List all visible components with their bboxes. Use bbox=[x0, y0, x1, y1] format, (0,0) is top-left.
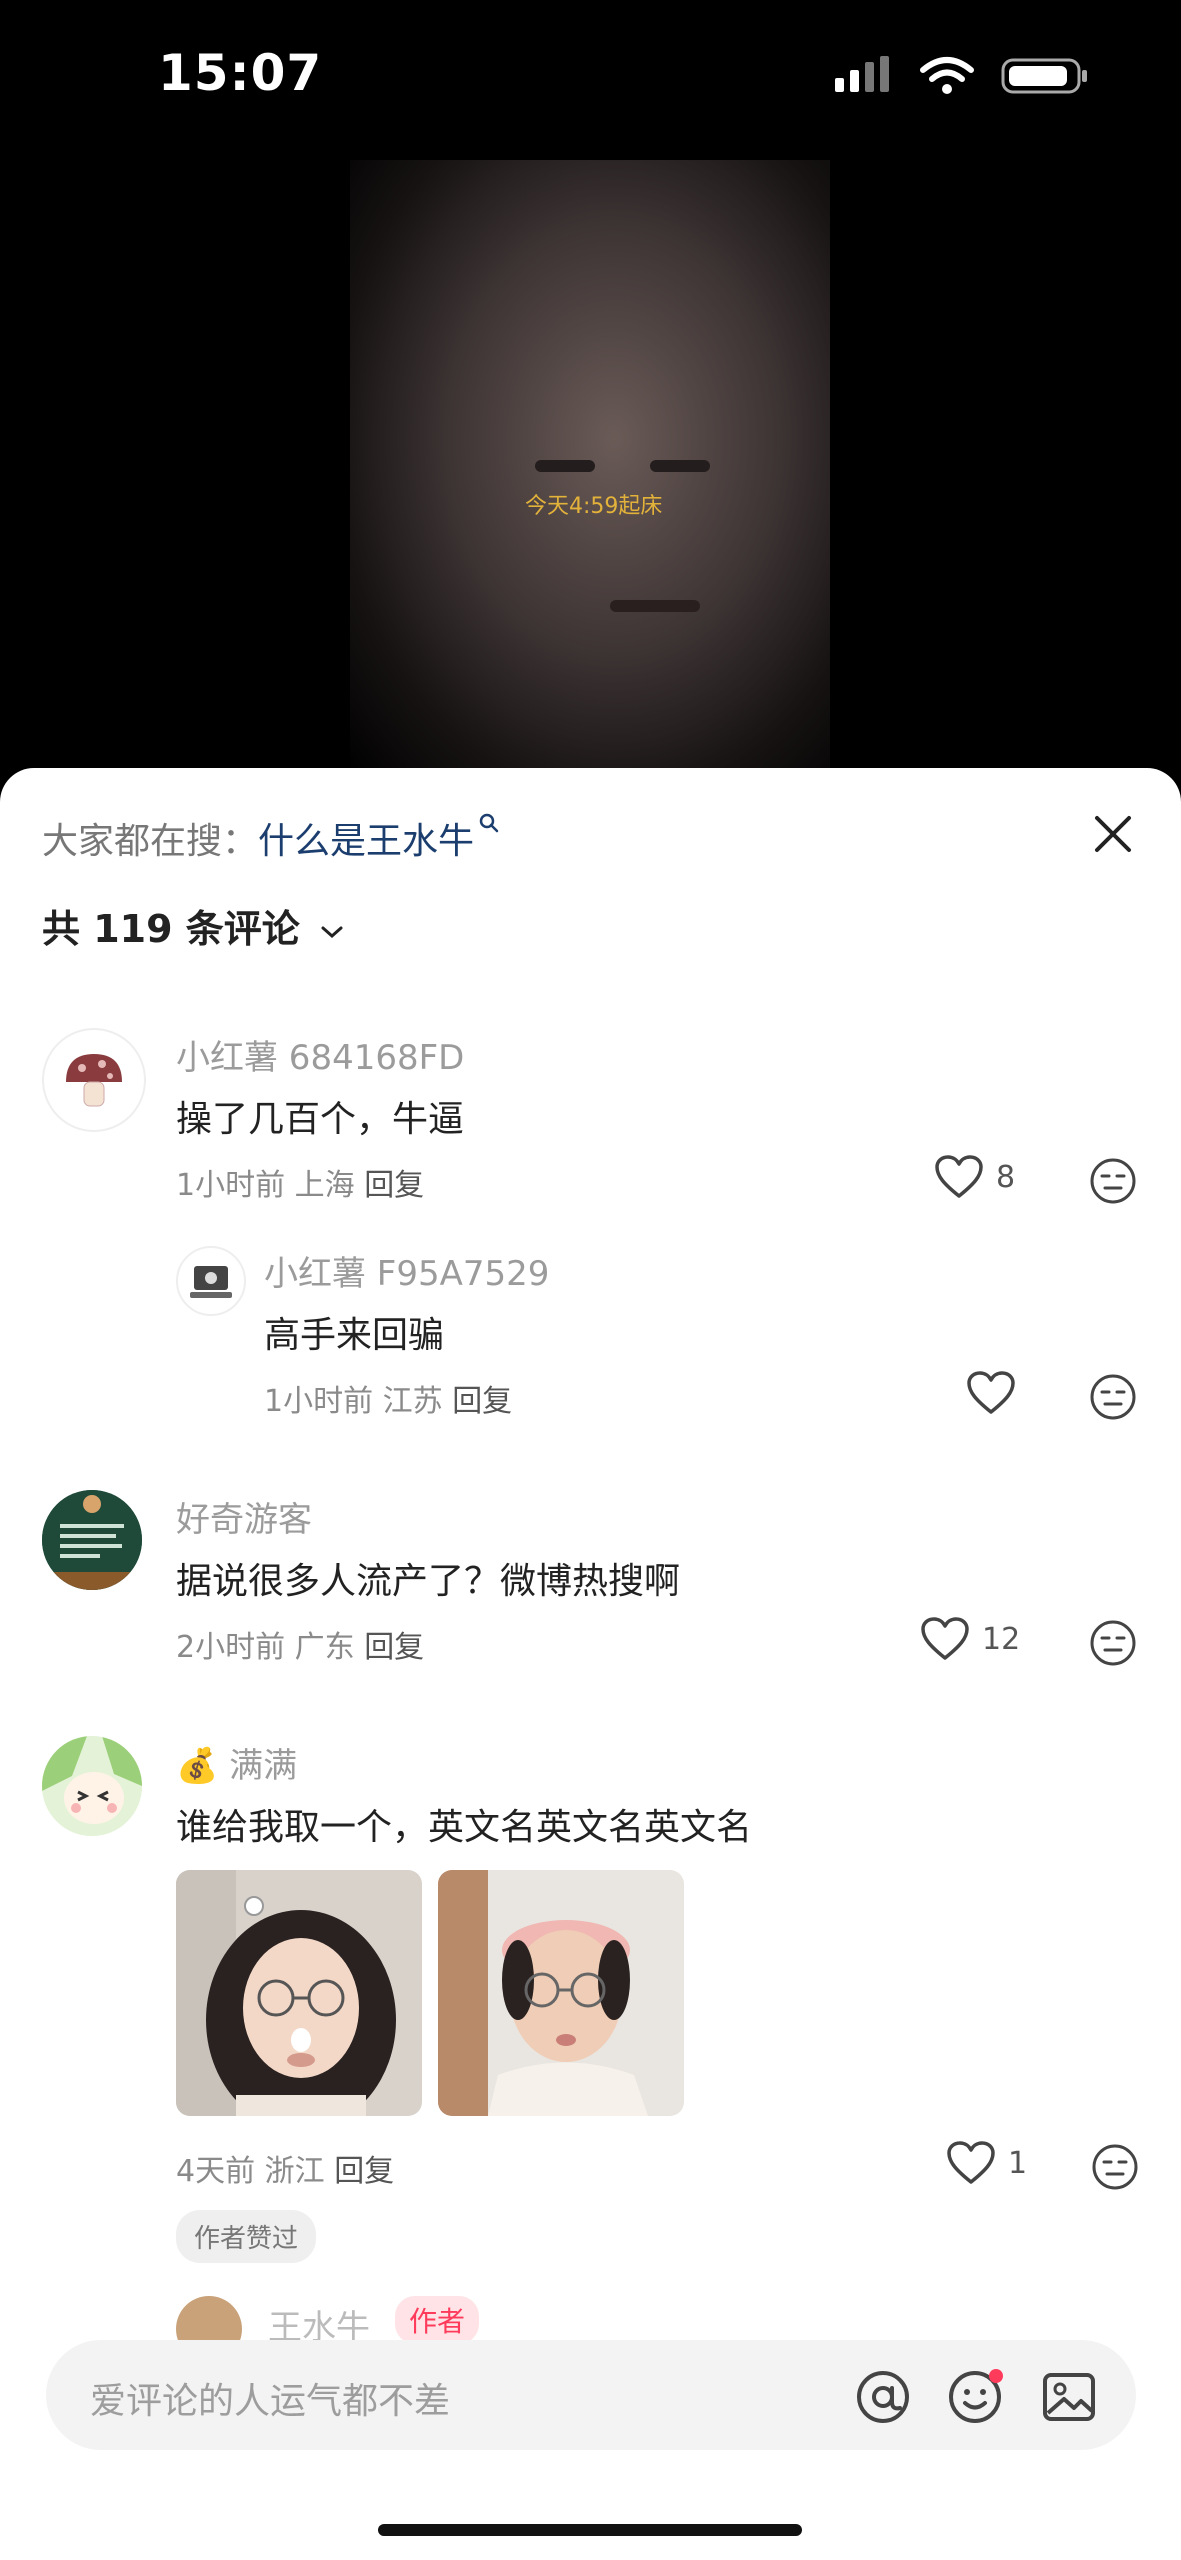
emoji-reaction-icon[interactable] bbox=[1088, 1372, 1138, 1422]
comment-time: 1小时前 bbox=[264, 1384, 374, 1419]
emoji-reaction-icon[interactable] bbox=[1088, 1156, 1138, 1206]
comment-author[interactable]: 好奇游客 bbox=[176, 1492, 312, 1541]
heart-icon bbox=[947, 2141, 995, 2184]
reply-button[interactable]: 回复 bbox=[364, 1630, 424, 1665]
girl-photo-icon bbox=[176, 1870, 422, 2116]
comment-text: 谁给我取一个，英文名英文名英文名 bbox=[176, 1807, 753, 1848]
like-count: 12 bbox=[982, 1621, 1021, 1657]
heart-icon bbox=[935, 1155, 983, 1198]
comment-photo[interactable] bbox=[438, 1870, 684, 2116]
like-button[interactable] bbox=[966, 1370, 1016, 1416]
comment-meta: 2小时前 广东 回复 bbox=[176, 1622, 424, 1666]
comment-time: 2小时前 bbox=[176, 1630, 286, 1665]
comment-author[interactable]: 小红薯 684168FD bbox=[176, 1030, 464, 1079]
image-icon[interactable] bbox=[1040, 2368, 1098, 2426]
comment-count[interactable]: 共 119 条评论 bbox=[42, 898, 345, 953]
avatar[interactable] bbox=[176, 1246, 246, 1316]
like-count: 1 bbox=[1008, 2145, 1028, 2181]
wifi-icon bbox=[920, 57, 974, 94]
comment-meta: 1小时前 上海 回复 bbox=[176, 1160, 424, 1204]
comment-location: 江苏 bbox=[382, 1384, 443, 1419]
mushroom-avatar-icon bbox=[66, 1054, 122, 1107]
comment-time: 4天前 bbox=[176, 2154, 256, 2189]
comment-input-placeholder: 爱评论的人运气都不差 bbox=[90, 2381, 451, 2422]
comment-time: 1小时前 bbox=[176, 1168, 286, 1203]
avatar[interactable] bbox=[42, 1736, 142, 1836]
video-caption: 今天4:59起床 bbox=[525, 494, 663, 519]
comment-author[interactable]: 小红薯 F95A7529 bbox=[264, 1246, 549, 1295]
emoji-reaction-icon[interactable] bbox=[1090, 2142, 1140, 2192]
trending-search[interactable]: 大家都在搜：什么是王水牛 bbox=[42, 812, 500, 864]
computer-avatar-icon bbox=[190, 1266, 232, 1298]
status-bar: 15:07 bbox=[0, 0, 1181, 160]
comment-photo[interactable] bbox=[176, 1870, 422, 2116]
author-liked-badge: 作者赞过 bbox=[176, 2210, 317, 2263]
trending-search-keyword[interactable]: 什么是王水牛 bbox=[258, 821, 474, 862]
comment-text: 操了几百个，牛逼 bbox=[176, 1099, 465, 1140]
comment-location: 广东 bbox=[294, 1630, 355, 1665]
eye-left bbox=[535, 460, 595, 472]
comment-text: 据说很多人流产了？微博热搜啊 bbox=[176, 1561, 681, 1602]
reply-button[interactable]: 回复 bbox=[452, 1384, 512, 1419]
at-mention-icon[interactable] bbox=[854, 2368, 912, 2426]
emoji-icon[interactable] bbox=[946, 2368, 1004, 2426]
comment-location: 上海 bbox=[294, 1168, 355, 1203]
comment-meta: 4天前 浙江 回复 bbox=[176, 2146, 394, 2190]
trending-search-label: 大家都在搜： bbox=[42, 821, 259, 862]
comment-meta: 1小时前 江苏 回复 bbox=[264, 1376, 512, 1420]
chevron-down-icon bbox=[321, 926, 343, 938]
battery-icon bbox=[1001, 58, 1087, 94]
girl-photo-icon bbox=[438, 1870, 684, 2116]
video-frame bbox=[350, 160, 830, 780]
search-icon bbox=[479, 813, 499, 833]
status-icons bbox=[833, 56, 1091, 96]
comment-input[interactable]: 爱评论的人运气都不差 bbox=[46, 2340, 1136, 2450]
comment-author-name: 满满 bbox=[229, 1746, 298, 1786]
author-badge: 作者 bbox=[395, 2296, 480, 2344]
avatar[interactable] bbox=[42, 1490, 142, 1590]
comment-count-label: 共 119 条评论 bbox=[42, 907, 300, 951]
like-button[interactable]: 12 bbox=[920, 1616, 1020, 1662]
like-count: 8 bbox=[996, 1159, 1016, 1195]
status-time: 15:07 bbox=[158, 44, 323, 102]
heart-icon bbox=[921, 1617, 969, 1660]
home-indicator bbox=[378, 2524, 802, 2536]
emoji-reaction-icon[interactable] bbox=[1088, 1618, 1138, 1668]
reply-button[interactable]: 回复 bbox=[364, 1168, 424, 1203]
like-button[interactable]: 8 bbox=[934, 1154, 1015, 1200]
comment-location: 浙江 bbox=[264, 2154, 325, 2189]
comment-author[interactable]: 💰 满满 bbox=[176, 1738, 297, 1787]
close-icon[interactable] bbox=[1083, 804, 1143, 864]
anime-avatar-icon bbox=[42, 1736, 142, 1836]
video-player[interactable]: 今天4:59起床 bbox=[0, 160, 1181, 780]
comment-text: 高手来回骗 bbox=[264, 1315, 445, 1356]
cellular-signal-icon bbox=[835, 56, 889, 92]
heart-icon bbox=[967, 1371, 1015, 1414]
avatar[interactable] bbox=[42, 1028, 146, 1132]
reply-button[interactable]: 回复 bbox=[334, 2154, 394, 2189]
like-button[interactable]: 1 bbox=[946, 2140, 1027, 2186]
money-bag-icon: 💰 bbox=[176, 1746, 219, 1786]
chalkboard-avatar-icon bbox=[42, 1490, 142, 1590]
eye-right bbox=[650, 460, 710, 472]
comments-sheet: 大家都在搜：什么是王水牛 共 119 条评论 小红薯 684168FD 操了几百… bbox=[0, 768, 1181, 2560]
mouth bbox=[610, 600, 700, 612]
